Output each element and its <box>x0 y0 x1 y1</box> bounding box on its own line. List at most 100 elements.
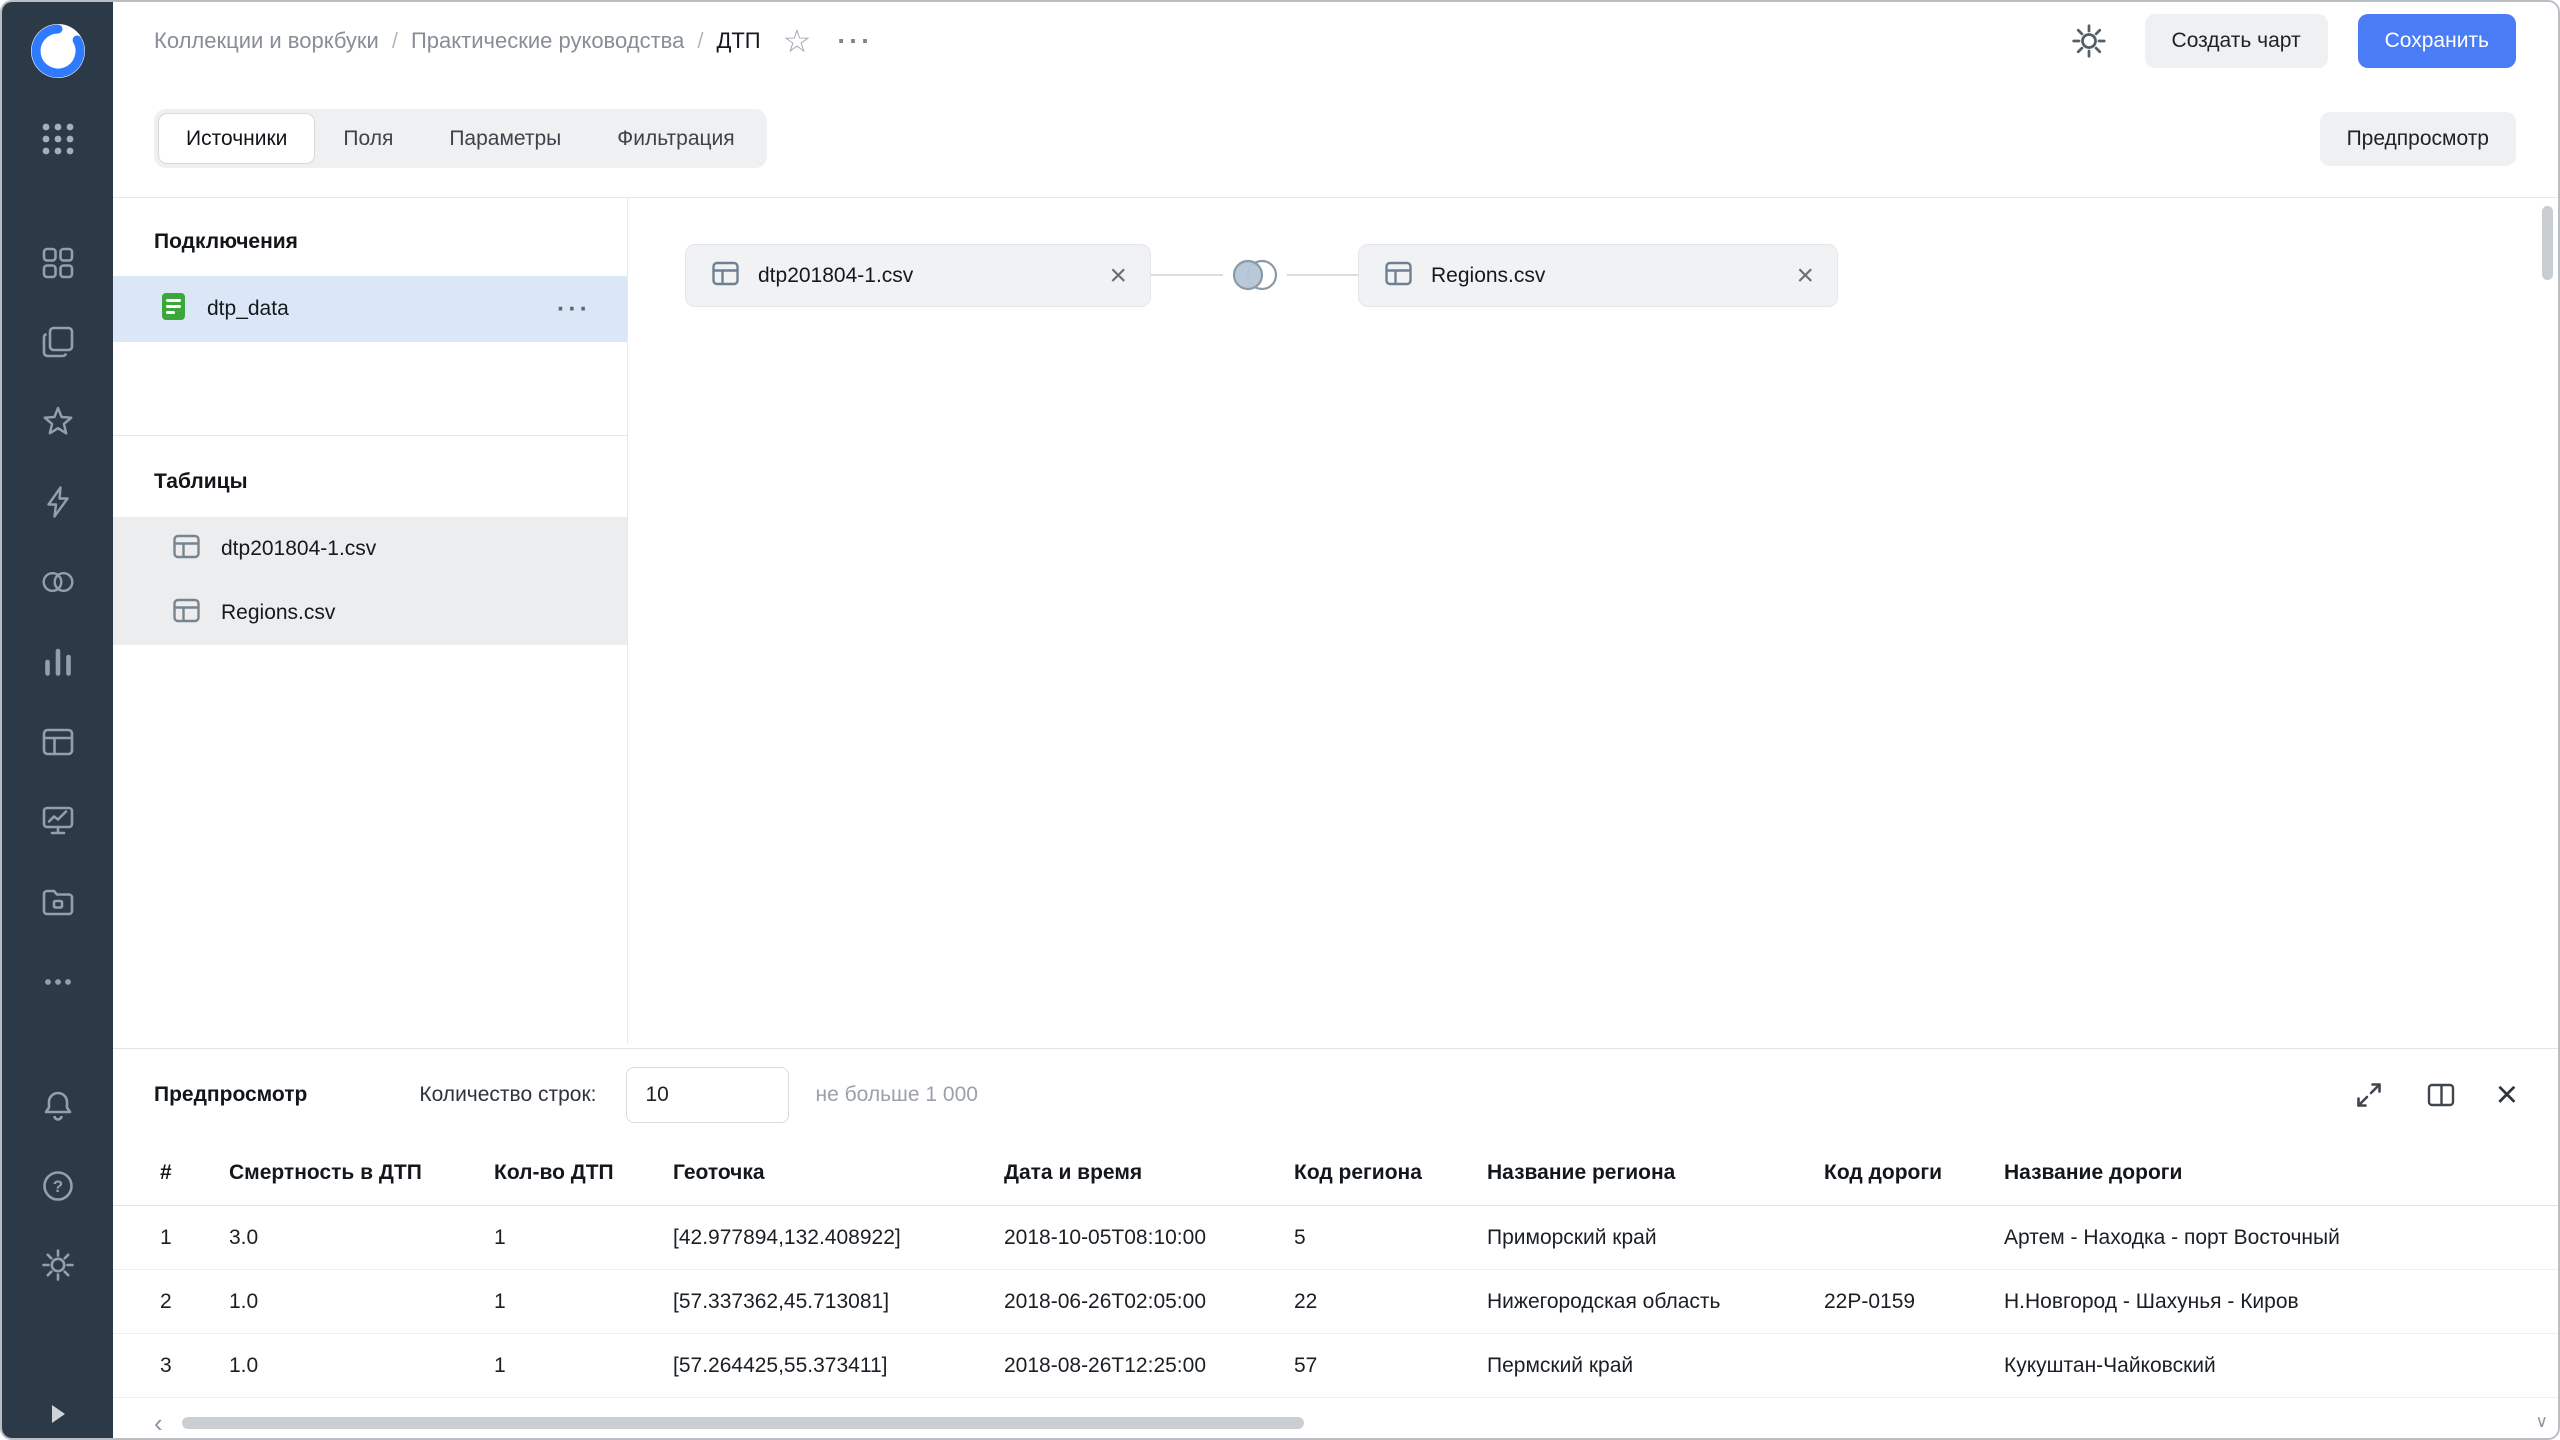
table-row: 1 3.0 1 [42.977894,132.408922] 2018-10-0… <box>113 1206 2558 1270</box>
column-header: Дата и время <box>1004 1161 1294 1185</box>
breadcrumb-guides[interactable]: Практические руководства <box>411 28 684 54</box>
expand-preview-icon[interactable] <box>2352 1078 2386 1112</box>
table-icon <box>1382 257 1415 295</box>
tables-grid-icon[interactable] <box>39 723 77 766</box>
source-chip-label: dtp201804-1.csv <box>758 264 913 288</box>
tab-parameters[interactable]: Параметры <box>421 113 589 164</box>
connection-item-dtp-data[interactable]: dtp_data ··· <box>113 276 627 342</box>
close-preview-icon[interactable]: × <box>2496 1076 2518 1114</box>
datalens-logo[interactable] <box>27 20 89 87</box>
cell: 2 <box>160 1290 229 1314</box>
table-item-dtp[interactable]: dtp201804-1.csv <box>113 517 627 581</box>
remove-source-icon[interactable]: × <box>1796 261 1814 291</box>
preview-panel: Предпросмотр Количество строк: не больше… <box>113 1048 2558 1438</box>
cell: 1 <box>160 1226 229 1250</box>
tab-filtering[interactable]: Фильтрация <box>589 113 762 164</box>
row-count-label: Количество строк: <box>419 1083 596 1107</box>
breadcrumb-separator: / <box>697 28 703 54</box>
cell: 22Р-0159 <box>1824 1290 2004 1314</box>
column-header: Код дороги <box>1824 1161 2004 1185</box>
sidebar-expand-icon[interactable] <box>48 1402 68 1431</box>
table-icon <box>170 530 203 568</box>
tables-list: dtp201804-1.csv Regions.csv <box>113 517 627 645</box>
table-row: 3 1.0 1 [57.264425,55.373411] 2018-08-26… <box>113 1334 2558 1398</box>
split-view-icon[interactable] <box>2424 1078 2458 1112</box>
save-button[interactable]: Сохранить <box>2358 14 2516 68</box>
cell: 2018-08-26T12:25:00 <box>1004 1354 1294 1378</box>
favorite-star-icon[interactable]: ☆ <box>783 25 812 57</box>
connection-name: dtp_data <box>207 297 289 321</box>
column-header: Геоточка <box>673 1161 1004 1185</box>
sources-content: Подключения dtp_data ··· Таблицы <box>113 198 2558 1044</box>
cell: 3 <box>160 1354 229 1378</box>
dataset-settings-gear-icon[interactable] <box>2069 21 2109 61</box>
scroll-down-arrow-icon[interactable]: ∨ <box>2536 1412 2548 1432</box>
collections-icon[interactable] <box>39 244 77 287</box>
source-chip-label: Regions.csv <box>1431 264 1545 288</box>
cell: 1.0 <box>229 1290 494 1314</box>
datasets-icon[interactable] <box>39 563 77 606</box>
workbooks-icon[interactable] <box>39 323 77 366</box>
settings-gear-icon[interactable] <box>39 1246 77 1289</box>
cell: Кукуштан-Чайковский <box>2004 1354 2558 1378</box>
preview-header: Предпросмотр Количество строк: не больше… <box>113 1049 2558 1141</box>
storage-folder-icon[interactable] <box>39 883 77 926</box>
cell: Приморский край <box>1487 1226 1824 1250</box>
preview-title: Предпросмотр <box>154 1083 307 1107</box>
scroll-left-arrow-icon[interactable]: ‹ <box>154 1410 163 1436</box>
source-chip-dtp[interactable]: dtp201804-1.csv × <box>685 244 1151 307</box>
create-chart-button[interactable]: Создать чарт <box>2145 14 2328 68</box>
cell: 2018-06-26T02:05:00 <box>1004 1290 1294 1314</box>
vertical-scrollbar-thumb[interactable] <box>2542 206 2553 280</box>
charts-icon[interactable] <box>39 643 77 686</box>
tab-sources[interactable]: Источники <box>158 113 315 164</box>
preview-actions: × <box>2352 1076 2518 1114</box>
column-header: Код региона <box>1294 1161 1487 1185</box>
more-items-icon[interactable] <box>39 963 77 1006</box>
cell: Артем - Находка - порт Восточный <box>2004 1226 2558 1250</box>
join-type-icon[interactable] <box>1223 243 1287 307</box>
source-chip-regions[interactable]: Regions.csv × <box>1358 244 1838 307</box>
row-count-input[interactable] <box>626 1067 789 1123</box>
horizontal-scrollbar-thumb[interactable] <box>182 1417 1304 1429</box>
breadcrumb-separator: / <box>392 28 398 54</box>
connection-more-icon[interactable]: ··· <box>557 297 591 322</box>
breadcrumb: Коллекции и воркбуки / Практические руко… <box>154 28 761 54</box>
favorites-star-icon[interactable] <box>39 403 77 446</box>
dataset-tabs-row: Источники Поля Параметры Фильтрация Пред… <box>113 80 2558 198</box>
sources-panel: Подключения dtp_data ··· Таблицы <box>113 198 628 1044</box>
cell: [42.977894,132.408922] <box>673 1226 1004 1250</box>
column-header: Кол-во ДТП <box>494 1161 673 1185</box>
tables-title: Таблицы <box>113 470 627 494</box>
table-row: 2 1.0 1 [57.337362,45.713081] 2018-06-26… <box>113 1270 2558 1334</box>
table-name: Regions.csv <box>221 601 335 625</box>
cell: 1 <box>494 1354 673 1378</box>
table-item-regions[interactable]: Regions.csv <box>113 581 627 645</box>
tab-fields[interactable]: Поля <box>315 113 421 164</box>
preview-horizontal-scrollbar[interactable]: ‹ <box>154 1414 2524 1432</box>
table-name: dtp201804-1.csv <box>221 537 376 561</box>
cell: 1.0 <box>229 1354 494 1378</box>
remove-source-icon[interactable]: × <box>1109 261 1127 291</box>
apps-grid-icon[interactable] <box>38 119 78 164</box>
notifications-bell-icon[interactable] <box>39 1087 77 1130</box>
editor-monitor-icon[interactable] <box>39 802 77 845</box>
column-header: Название региона <box>1487 1161 1824 1185</box>
breadcrumb-collections[interactable]: Коллекции и воркбуки <box>154 28 379 54</box>
help-icon[interactable]: ? <box>39 1167 77 1210</box>
dataset-more-icon[interactable]: ··· <box>837 28 873 55</box>
panel-divider <box>113 435 627 436</box>
preview-toggle-button[interactable]: Предпросмотр <box>2320 112 2516 166</box>
column-header: # <box>160 1161 229 1185</box>
connections-lightning-icon[interactable] <box>39 483 77 526</box>
cell: 3.0 <box>229 1226 494 1250</box>
column-header: Название дороги <box>2004 1161 2558 1185</box>
connections-title: Подключения <box>113 198 627 254</box>
row-count-hint: не больше 1 000 <box>815 1083 977 1107</box>
cell: 5 <box>1294 1226 1487 1250</box>
preview-table: # Смертность в ДТП Кол-во ДТП Геоточка Д… <box>113 1141 2558 1398</box>
cell: 2018-10-05T08:10:00 <box>1004 1226 1294 1250</box>
breadcrumb-current: ДТП <box>716 28 760 54</box>
cell: 22 <box>1294 1290 1487 1314</box>
cell: Н.Новгород - Шахунья - Киров <box>2004 1290 2558 1314</box>
